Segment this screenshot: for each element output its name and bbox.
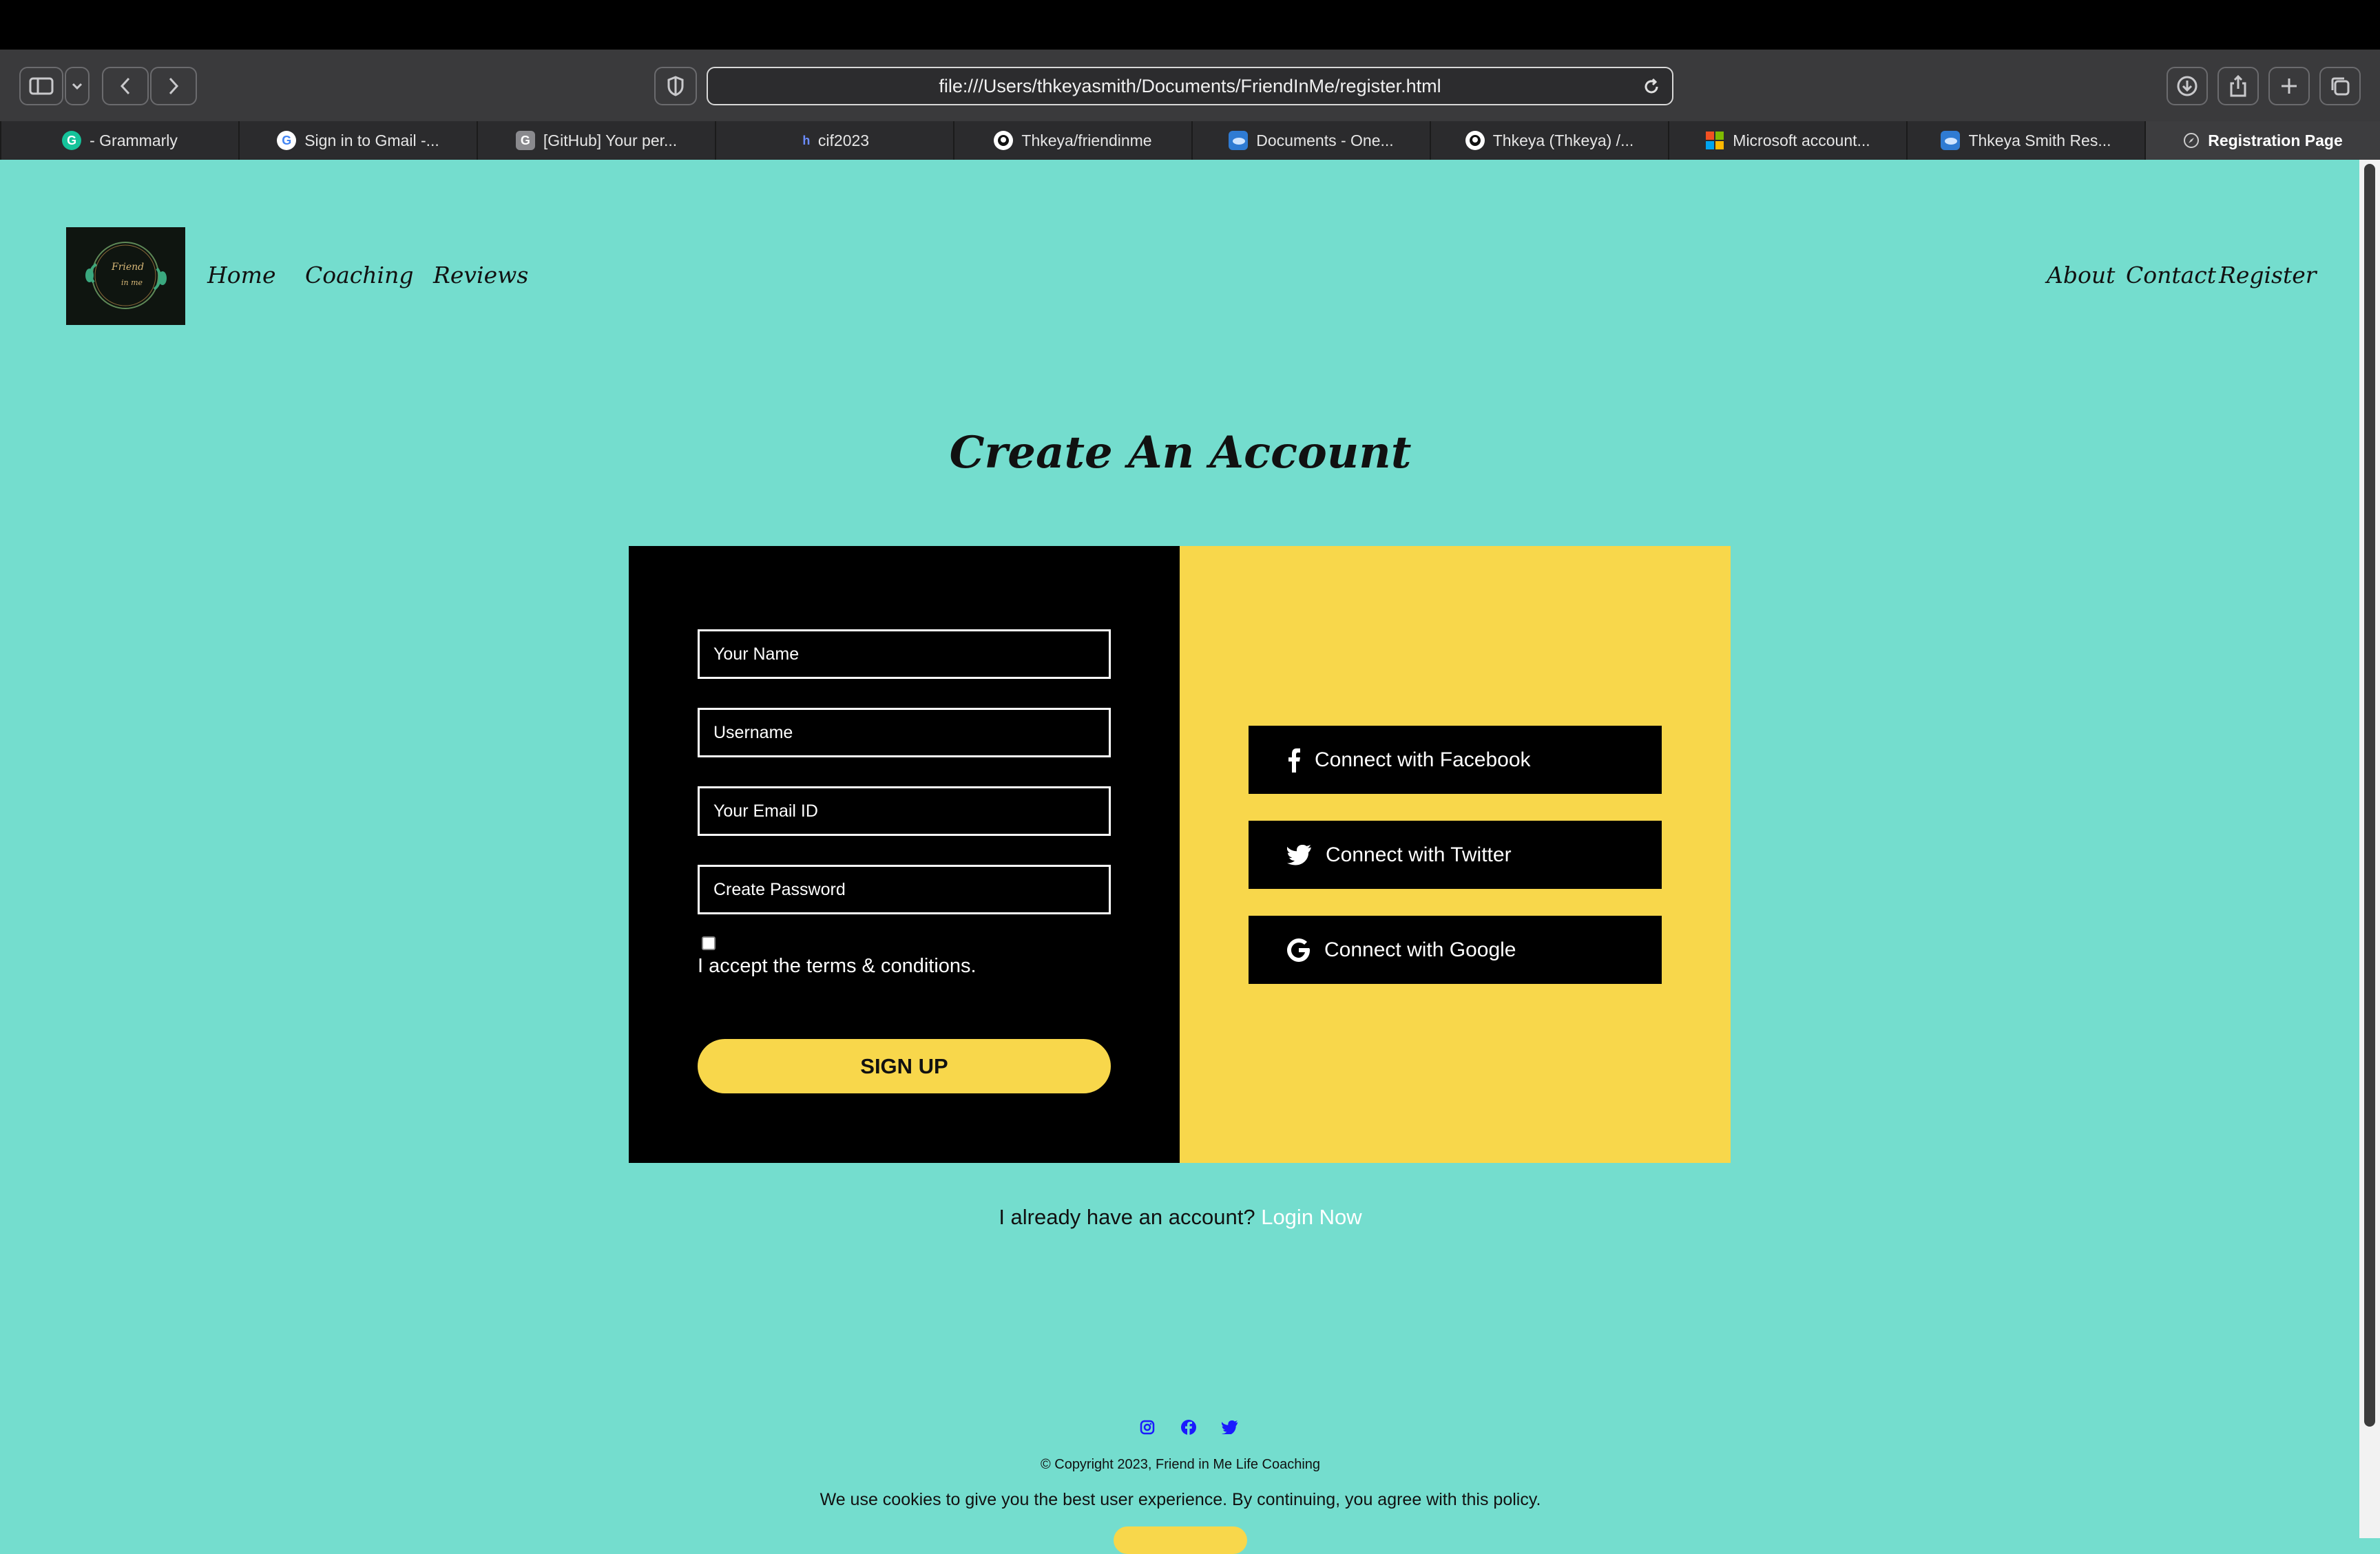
svg-text:Friend: Friend xyxy=(111,262,144,273)
privacy-report-button[interactable] xyxy=(654,67,697,105)
tab-label: Microsoft account... xyxy=(1733,131,1870,149)
plus-icon xyxy=(2282,78,2297,94)
nav-reviews-link[interactable]: Reviews xyxy=(433,262,528,288)
sidebar-toggle-button[interactable] xyxy=(19,67,63,105)
tab-label: [GitHub] Your per... xyxy=(543,131,678,149)
tab-overview-button[interactable] xyxy=(2319,67,2361,105)
forward-button[interactable] xyxy=(150,67,197,105)
login-prompt-text: I already have an account? xyxy=(999,1205,1255,1229)
microsoft-icon xyxy=(1705,131,1724,150)
cookie-accept-button[interactable] xyxy=(1114,1526,1247,1554)
chevron-left-icon xyxy=(120,77,130,95)
tab-cif2023[interactable]: h cif2023 xyxy=(715,121,953,160)
tab-onedrive-documents[interactable]: Documents - One... xyxy=(1191,121,1430,160)
onedrive-icon xyxy=(1229,131,1249,150)
instagram-icon xyxy=(1140,1420,1155,1435)
tab-github-notification[interactable]: G [GitHub] Your per... xyxy=(477,121,715,160)
back-button[interactable] xyxy=(102,67,149,105)
shield-icon xyxy=(667,76,684,96)
nav-contact-link[interactable]: Contact xyxy=(2126,262,2216,288)
grammarly-icon: G xyxy=(62,131,82,150)
share-button[interactable] xyxy=(2217,67,2259,105)
chevron-right-icon xyxy=(169,77,179,95)
address-bar[interactable]: file:///Users/thkeyasmith/Documents/Frie… xyxy=(707,67,1673,105)
tab-label: Thkeya (Thkeya) /... xyxy=(1492,131,1634,149)
tab-microsoft-account[interactable]: Microsoft account... xyxy=(1668,121,1906,160)
tab-label: - Grammarly xyxy=(90,131,178,149)
page-title: Create An Account xyxy=(949,427,1412,479)
signup-button[interactable]: SIGN UP xyxy=(698,1039,1111,1093)
tab-github-profile[interactable]: Thkeya (Thkeya) /... xyxy=(1430,121,1668,160)
connect-facebook-button[interactable]: Connect with Facebook xyxy=(1249,726,1662,794)
instagram-link[interactable] xyxy=(1138,1418,1157,1437)
facebook-round-icon xyxy=(1181,1420,1196,1436)
tab-gmail-signin[interactable]: G Sign in to Gmail -... xyxy=(238,121,477,160)
new-tab-button[interactable] xyxy=(2268,67,2310,105)
github-icon xyxy=(994,131,1014,150)
email-field[interactable] xyxy=(698,786,1111,836)
svg-text:in me: in me xyxy=(121,278,143,287)
scrollbar-thumb[interactable] xyxy=(2364,164,2375,1427)
google-icon: G xyxy=(277,131,297,150)
username-field[interactable] xyxy=(698,708,1111,757)
tab-thkeya-resume[interactable]: Thkeya Smith Res... xyxy=(1906,121,2144,160)
connect-google-button[interactable]: Connect with Google xyxy=(1249,916,1662,984)
window-top-strip xyxy=(0,0,2380,50)
login-prompt: I already have an account? Login Now xyxy=(0,1205,2361,1230)
connect-twitter-button[interactable]: Connect with Twitter xyxy=(1249,821,1662,889)
github-icon xyxy=(1465,131,1485,150)
h-icon: h xyxy=(802,133,811,147)
facebook-label: Connect with Facebook xyxy=(1315,748,1531,771)
login-now-link[interactable]: Login Now xyxy=(1261,1205,1361,1229)
nav-home-link[interactable]: Home xyxy=(207,262,275,288)
password-field[interactable] xyxy=(698,865,1111,914)
tab-label: Thkeya Smith Res... xyxy=(1968,131,2111,149)
terms-label: I accept the terms & conditions. xyxy=(698,955,977,977)
tab-label: Documents - One... xyxy=(1256,131,1394,149)
share-icon xyxy=(2230,74,2246,97)
tabs-overview-icon xyxy=(2331,77,2350,96)
logo-wreath-icon: Friend in me xyxy=(85,242,167,309)
tab-github-friendinme[interactable]: Thkeya/friendinme xyxy=(953,121,1191,160)
cookie-notice: We use cookies to give you the best user… xyxy=(820,1490,1541,1509)
twitter-icon xyxy=(1287,844,1311,865)
tab-label: Sign in to Gmail -... xyxy=(304,131,439,149)
tab-label: cif2023 xyxy=(817,131,870,149)
facebook-icon xyxy=(1288,748,1300,773)
tab-grammarly[interactable]: G - Grammarly xyxy=(0,121,238,160)
download-icon xyxy=(2177,76,2198,96)
nav-coaching-link[interactable]: Coaching xyxy=(305,262,413,288)
gmail-g-icon: G xyxy=(515,131,535,150)
google-label: Connect with Google xyxy=(1324,938,1516,961)
site-logo[interactable]: Friend in me xyxy=(66,227,185,325)
nav-about-link[interactable]: About xyxy=(2047,262,2115,288)
copyright-text: © Copyright 2023, Friend in Me Life Coac… xyxy=(1040,1457,1321,1472)
facebook-footer-link[interactable] xyxy=(1179,1418,1198,1437)
downloads-button[interactable] xyxy=(2167,67,2208,105)
onedrive-icon xyxy=(1941,131,1961,150)
twitter-footer-icon xyxy=(1222,1420,1238,1434)
chevron-down-icon xyxy=(72,83,83,90)
tab-registration-page[interactable]: Registration Page xyxy=(2144,121,2380,160)
sidebar-icon xyxy=(29,77,54,95)
url-text: file:///Users/thkeyasmith/Documents/Frie… xyxy=(939,75,1441,96)
nav-register-link[interactable]: Register xyxy=(2219,262,2317,288)
name-field[interactable] xyxy=(698,629,1111,679)
twitter-footer-link[interactable] xyxy=(1220,1418,1240,1437)
tab-strip: G - Grammarly G Sign in to Gmail -... G … xyxy=(0,121,2380,160)
google-g-icon xyxy=(1287,938,1310,962)
tab-label: Registration Page xyxy=(2208,131,2343,149)
reload-icon[interactable] xyxy=(1642,77,1661,96)
tab-group-dropdown-button[interactable] xyxy=(65,67,90,105)
terms-checkbox[interactable] xyxy=(702,936,716,950)
compass-icon xyxy=(2183,132,2200,149)
twitter-label: Connect with Twitter xyxy=(1326,843,1512,866)
tab-label: Thkeya/friendinme xyxy=(1021,131,1152,149)
